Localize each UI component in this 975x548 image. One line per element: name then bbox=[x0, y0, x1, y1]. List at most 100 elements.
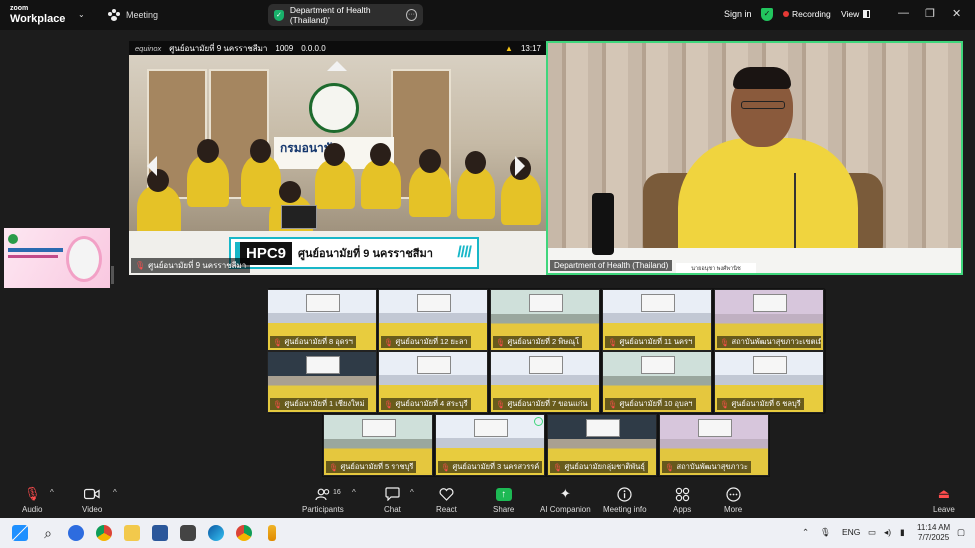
gallery-tile[interactable]: 🎙 ศูนย์อนามัยที่ 4 สระบุรี bbox=[378, 351, 488, 413]
participants-label: Participants bbox=[302, 505, 344, 514]
audio-options-caret-icon[interactable]: ^ bbox=[50, 488, 54, 497]
clock-time: 11:14 AM bbox=[917, 523, 951, 532]
gallery-tile[interactable]: 🎙 ศูนย์อนามัยที่ 8 อุดรฯ bbox=[267, 289, 377, 351]
gallery-tile[interactable]: 🎙 ศูนย์อนามัยที่ 6 ชลบุรี bbox=[714, 351, 824, 413]
gallery-pin-icon[interactable] bbox=[534, 417, 543, 426]
audio-button[interactable]: 🎙 Audio bbox=[22, 486, 42, 514]
participant-person bbox=[361, 159, 401, 209]
video-tile-hpc9[interactable]: กรมอนามัย equinox ศูนย์อนามัยที่ 9 นครรา… bbox=[129, 41, 547, 275]
gallery-tile[interactable]: 🎙 ศูนย์อนามัยที่ 2 พิษณุโ bbox=[490, 289, 600, 351]
gallery-tile[interactable]: 🎙 ศูนย์อนามัยที่ 5 ราชบุรี bbox=[323, 414, 433, 476]
file-explorer-icon[interactable] bbox=[124, 525, 140, 541]
hpc9-banner: HPC9 ศูนย์อนามัยที่ 9 นครราชสีมา //// bbox=[229, 237, 479, 269]
osd-code: 1009 bbox=[275, 43, 294, 53]
mic-muted-icon: 🎙 bbox=[665, 462, 675, 472]
camera-app-icon[interactable] bbox=[180, 525, 196, 541]
microphone-tray-icon[interactable]: 🎙 bbox=[820, 527, 831, 538]
banner-text: ศูนย์อนามัยที่ 9 นครราชสีมา bbox=[298, 248, 433, 260]
edge-icon[interactable] bbox=[208, 525, 224, 541]
gallery-tile[interactable]: 🎙 ศูนย์อนามัยที่ 1 เชียงใหม่ bbox=[267, 351, 377, 413]
chevron-up-icon[interactable]: ⌃ bbox=[802, 527, 809, 538]
minimize-button[interactable]: — bbox=[898, 7, 909, 19]
sparkle-icon: ✦ bbox=[559, 486, 571, 501]
meeting-menu[interactable]: Meeting bbox=[108, 9, 158, 21]
gallery-tile[interactable]: 🎙 ศูนย์อนามัยกลุ่มชาติพันธุ์ bbox=[547, 414, 657, 476]
sign-in-link[interactable]: Sign in bbox=[724, 9, 752, 19]
laptop bbox=[281, 205, 317, 229]
gallery-tile[interactable]: 🎙 สถาบันพัฒนาสุขภาวะ bbox=[659, 414, 769, 476]
volume-icon[interactable]: ◂) bbox=[884, 527, 891, 538]
meeting-tab[interactable]: ✓ Department of Health (Thailand)' ··· bbox=[268, 4, 423, 26]
side-thumbnail[interactable] bbox=[4, 228, 110, 288]
gallery-tile[interactable]: 🎙 ศูนย์อนามัยที่ 10 อุบลฯ bbox=[602, 351, 712, 413]
share-button[interactable]: ↑ Share bbox=[493, 486, 514, 514]
shield-icon: ✓ bbox=[274, 9, 284, 21]
room-screen bbox=[306, 294, 340, 312]
chrome-profile-icon[interactable] bbox=[236, 525, 252, 541]
more-icon bbox=[726, 486, 741, 502]
meeting-tab-title: Department of Health (Thailand)' bbox=[289, 5, 371, 25]
gallery-tile[interactable]: 🎙 ศูนย์อนามัยที่ 7 ขอนแก่น bbox=[490, 351, 600, 413]
apps-button[interactable]: Apps bbox=[673, 486, 691, 514]
notification-icon[interactable]: ▢ bbox=[957, 527, 965, 538]
gallery-tile[interactable]: 🎙 ศูนย์อนามัยที่ 12 ยะลา bbox=[378, 289, 488, 351]
arrow-left-icon[interactable] bbox=[147, 156, 157, 176]
resize-handle[interactable] bbox=[111, 266, 114, 284]
more-icon[interactable]: ··· bbox=[406, 9, 417, 21]
mic-muted-icon: 🎙 bbox=[273, 337, 283, 347]
ai-companion-button[interactable]: ✦ AI Companion bbox=[540, 486, 591, 514]
close-button[interactable]: ✕ bbox=[952, 7, 961, 20]
video-options-caret-icon[interactable]: ^ bbox=[113, 488, 117, 497]
word-icon[interactable] bbox=[152, 525, 168, 541]
participant-head bbox=[197, 139, 219, 163]
react-label: React bbox=[436, 505, 457, 514]
arrow-right-icon[interactable] bbox=[515, 156, 525, 176]
meeting-info-button[interactable]: Meeting info bbox=[603, 486, 647, 514]
restore-button[interactable]: ❐ bbox=[925, 7, 935, 20]
participant-head bbox=[465, 151, 486, 174]
gallery-tile[interactable]: 🎙 ศูนย์อนามัยที่ 3 นครสวรรค์ bbox=[435, 414, 545, 476]
video-camera-icon bbox=[84, 486, 100, 502]
mic-muted-icon: 🎙 bbox=[608, 399, 618, 409]
battery-icon[interactable]: ▮ bbox=[900, 527, 905, 538]
mic-muted-icon: 🎙 bbox=[273, 399, 283, 409]
view-button[interactable]: View bbox=[841, 9, 871, 19]
recording-label: Recording bbox=[792, 9, 831, 19]
display-tray-icon[interactable]: ▭ bbox=[868, 527, 876, 538]
chevron-down-icon[interactable]: ⌄ bbox=[78, 10, 85, 19]
chat-button[interactable]: Chat bbox=[384, 486, 401, 514]
react-button[interactable]: React bbox=[436, 486, 457, 514]
gallery-tile[interactable]: 🎙 ศูนย์อนามัยที่ 11 นครฯ bbox=[602, 289, 712, 351]
gallery-tile-label: ศูนย์อนามัยที่ 5 ราชบุรี bbox=[340, 462, 414, 471]
video-tile-active-speaker[interactable]: นายอนุชา พงศ์พานิช Department of Health … bbox=[546, 41, 963, 275]
chrome-icon[interactable] bbox=[96, 525, 112, 541]
search-icon[interactable]: ⌕ bbox=[40, 525, 56, 541]
pencil-app-icon[interactable] bbox=[268, 525, 276, 541]
recording-indicator[interactable]: Recording bbox=[783, 9, 831, 19]
participant-head bbox=[324, 143, 345, 166]
participant-head bbox=[250, 139, 271, 163]
participants-options-caret-icon[interactable]: ^ bbox=[352, 488, 356, 497]
gallery-tile-label: ศูนย์อนามัยกลุ่มชาติพันธุ์ bbox=[564, 462, 645, 471]
apps-label: Apps bbox=[673, 505, 692, 514]
room-screen bbox=[362, 419, 396, 437]
gallery-tile[interactable]: 🎙สถาบันพัฒนาสุขภาวะเขตเมือง bbox=[714, 289, 824, 351]
mic-muted-icon: 🎙 bbox=[441, 462, 451, 472]
meeting-info-label: Meeting info bbox=[603, 505, 647, 514]
leave-button[interactable]: ⏏ Leave bbox=[933, 486, 955, 514]
windows-start-icon[interactable] bbox=[12, 525, 28, 541]
speaker-photo bbox=[66, 236, 102, 282]
ai-companion-label: AI Companion bbox=[540, 505, 591, 514]
arrow-up-icon[interactable] bbox=[327, 61, 347, 71]
zoom-app-icon[interactable] bbox=[68, 525, 84, 541]
language-indicator[interactable]: ENG bbox=[842, 527, 860, 537]
video-button[interactable]: Video bbox=[82, 486, 102, 514]
more-button[interactable]: More bbox=[724, 486, 742, 514]
osd-ip: 0.0.0.0 bbox=[301, 43, 326, 53]
gallery-tile-label: ศูนย์อนามัยที่ 8 อุดรฯ bbox=[284, 337, 353, 346]
participant-name: Department of Health (Thailand) bbox=[550, 260, 673, 271]
system-clock[interactable]: 11:14 AM 7/7/2025 bbox=[917, 523, 950, 543]
gallery-tile-name-tag: 🎙 ศูนย์อนามัยที่ 8 อุดรฯ bbox=[270, 336, 356, 348]
chat-options-caret-icon[interactable]: ^ bbox=[410, 488, 414, 497]
security-shield-icon[interactable]: ✓ bbox=[761, 8, 773, 21]
